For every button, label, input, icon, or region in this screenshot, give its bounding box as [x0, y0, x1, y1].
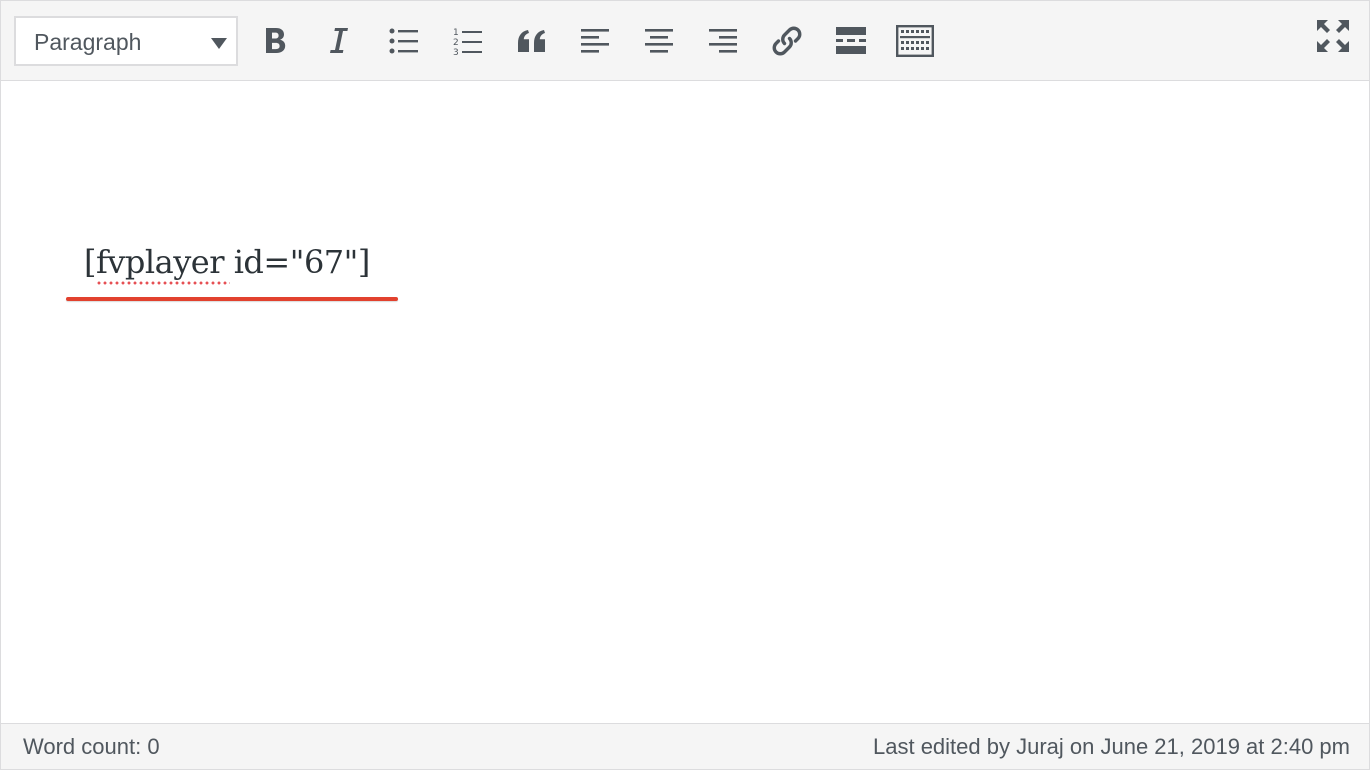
- format-select-value: Paragraph: [34, 29, 142, 55]
- blockquote-button[interactable]: [507, 16, 557, 66]
- align-left-button[interactable]: [570, 16, 620, 66]
- format-select[interactable]: Paragraph: [14, 16, 238, 66]
- link-icon: [772, 26, 802, 56]
- align-left-icon: [581, 29, 609, 53]
- bold-icon: [266, 28, 286, 53]
- read-more-button[interactable]: [826, 16, 876, 66]
- align-right-icon: [709, 29, 737, 53]
- fullscreen-icon: [1317, 20, 1349, 52]
- bold-button[interactable]: [251, 16, 301, 66]
- editor-content-area[interactable]: [fvplayer id="67"]: [1, 81, 1369, 723]
- quote-icon: [518, 30, 545, 52]
- toolbar-toggle-button[interactable]: [890, 16, 940, 66]
- chevron-down-icon: [211, 38, 227, 49]
- svg-text:1: 1: [453, 28, 459, 38]
- editor-toolbar: Paragraph 1 2 3: [1, 1, 1369, 81]
- bulleted-list-icon: [389, 28, 418, 54]
- last-edited-info: Last edited by Juraj on June 21, 2019 at…: [873, 734, 1350, 759]
- numbered-list-button[interactable]: 1 2 3: [443, 16, 493, 66]
- italic-icon: [330, 28, 348, 53]
- editor-status-bar: Word count: 0 Last edited by Juraj on Ju…: [1, 723, 1369, 769]
- bulleted-list-button[interactable]: [379, 16, 429, 66]
- keyboard-icon: [896, 25, 934, 57]
- align-right-button[interactable]: [698, 16, 748, 66]
- shortcode-text[interactable]: [fvplayer id="67"]: [84, 243, 370, 281]
- numbered-list-icon: 1 2 3: [453, 28, 482, 56]
- insert-link-button[interactable]: [762, 16, 812, 66]
- highlight-underline: [66, 297, 398, 301]
- fullscreen-button[interactable]: [1308, 11, 1358, 61]
- align-center-button[interactable]: [634, 16, 684, 66]
- svg-text:2: 2: [453, 38, 459, 48]
- align-center-icon: [645, 29, 673, 53]
- read-more-icon: [836, 27, 866, 54]
- word-count: Word count: 0: [23, 734, 160, 759]
- spellcheck-underline: [96, 281, 230, 285]
- svg-text:3: 3: [453, 48, 459, 56]
- post-editor: Paragraph 1 2 3 [fvplayer id="67"] Word …: [0, 0, 1370, 770]
- italic-button[interactable]: [314, 16, 364, 66]
